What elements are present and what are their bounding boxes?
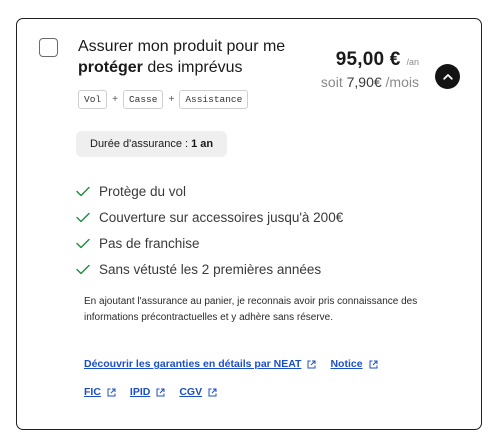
coverage-tags: Vol + Casse + Assistance — [78, 90, 249, 109]
ipid-link[interactable]: IPID — [130, 386, 165, 398]
check-icon — [76, 186, 90, 196]
guarantees-link-label: Découvrir les garanties en détails par N… — [84, 358, 302, 370]
collapse-button[interactable] — [435, 64, 460, 89]
list-item: Couverture sur accessoires jusqu'à 200€ — [76, 204, 343, 230]
tag-casse: Casse — [122, 90, 164, 109]
feature-list: Protège du vol Couverture sur accessoire… — [76, 178, 343, 282]
links-row-2: FIC IPID CGV — [84, 386, 231, 398]
monthly-value: 7,90€ — [346, 74, 382, 90]
external-link-icon — [107, 388, 116, 396]
offer-title: Assurer mon produit pour me protéger des… — [78, 36, 293, 78]
fic-link[interactable]: FIC — [84, 386, 116, 398]
feature-text: Couverture sur accessoires jusqu'à 200€ — [99, 209, 344, 225]
check-icon — [76, 264, 90, 274]
offer-title-bold: protéger — [78, 59, 143, 76]
monthly-price: soit 7,90€ /mois — [321, 74, 419, 90]
cgv-link-label: CGV — [179, 386, 203, 398]
feature-text: Protège du vol — [99, 183, 187, 199]
legal-disclaimer: En ajoutant l'assurance au panier, je re… — [84, 296, 418, 323]
monthly-suffix: /mois — [381, 74, 419, 90]
notice-link-label: Notice — [330, 358, 363, 370]
feature-text: Pas de franchise — [99, 235, 200, 251]
duration-chip: Durée d'assurance :1 an — [76, 131, 228, 157]
duration-label: Durée d'assurance : — [90, 138, 189, 150]
external-link-icon — [156, 388, 165, 396]
external-link-icon — [369, 360, 378, 368]
external-link-icon — [307, 360, 316, 368]
insurance-checkbox[interactable] — [39, 38, 58, 57]
tag-vol: Vol — [78, 90, 108, 109]
check-icon — [76, 212, 90, 222]
external-link-icon — [208, 388, 217, 396]
list-item: Pas de franchise — [76, 230, 343, 256]
offer-title-part1: Assurer mon produit pour me — [78, 38, 286, 55]
cgv-link[interactable]: CGV — [179, 386, 217, 398]
insurance-offer-card: Assurer mon produit pour me protéger des… — [16, 18, 482, 430]
tag-assistance: Assistance — [179, 90, 249, 109]
ipid-link-label: IPID — [129, 386, 151, 398]
tag-separator: + — [168, 94, 175, 105]
monthly-prefix: soit — [320, 74, 347, 90]
notice-link[interactable]: Notice — [330, 358, 378, 370]
check-icon — [76, 238, 90, 248]
price-period: /an — [406, 57, 419, 67]
list-item: Sans vétusté les 2 premières années — [76, 256, 343, 282]
guarantees-link[interactable]: Découvrir les garanties en détails par N… — [84, 358, 316, 370]
fic-link-label: FIC — [84, 386, 101, 398]
links-row-1: Découvrir les garanties en détails par N… — [84, 358, 392, 370]
offer-title-part2: des imprévus — [142, 59, 243, 76]
tag-separator: + — [112, 94, 118, 105]
feature-text: Sans vétusté les 2 premières années — [99, 261, 322, 277]
list-item: Protège du vol — [76, 178, 343, 204]
price-block: 95,00 € /an soit 7,90€ /mois — [321, 49, 419, 90]
annual-price: 95,00 € — [335, 49, 401, 70]
chevron-up-icon — [442, 74, 453, 80]
duration-value: 1 an — [191, 138, 214, 150]
